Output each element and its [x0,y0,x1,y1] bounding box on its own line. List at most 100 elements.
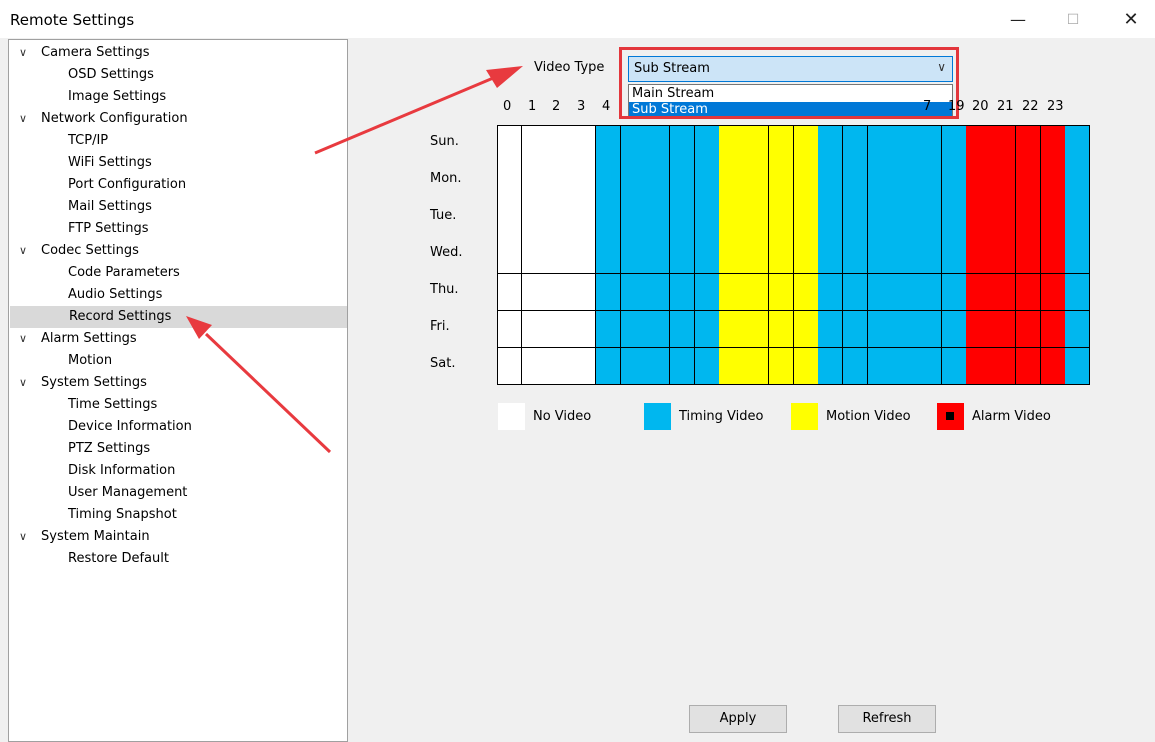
schedule-cell-alarm[interactable] [966,310,992,349]
schedule-cell-motion[interactable] [793,236,819,275]
schedule-cell-alarm[interactable] [991,199,1017,237]
schedule-cell-motion[interactable] [768,162,794,200]
schedule-cell-timing[interactable] [694,125,720,163]
refresh-button[interactable]: Refresh [838,705,936,733]
schedule-cell-alarm[interactable] [1040,347,1066,386]
schedule-cell-alarm[interactable] [966,125,992,163]
schedule-cell-timing[interactable] [842,347,869,386]
schedule-cell-alarm[interactable] [1015,199,1042,237]
schedule-cell-none[interactable] [497,236,523,275]
schedule-cell-motion[interactable] [719,273,745,312]
schedule-cell-alarm[interactable] [1040,199,1066,237]
schedule-cell-timing[interactable] [867,162,893,200]
schedule-cell-alarm[interactable] [991,236,1017,275]
schedule-cell-timing[interactable] [867,199,893,237]
schedule-cell-timing[interactable] [595,310,622,349]
schedule-cell-none[interactable] [497,162,523,200]
tree-node-codec-settings[interactable]: ∨ Codec Settings [9,240,139,262]
schedule-cell-timing[interactable] [669,347,696,386]
schedule-cell-none[interactable] [521,162,547,200]
tree-node-alarm-settings[interactable]: ∨ Alarm Settings [9,328,137,350]
schedule-cell-timing[interactable] [645,199,671,237]
schedule-cell-motion[interactable] [768,310,794,349]
schedule-cell-timing[interactable] [694,199,720,237]
schedule-cell-alarm[interactable] [966,236,992,275]
schedule-cell-timing[interactable] [917,236,943,275]
schedule-cell-timing[interactable] [842,273,869,312]
schedule-cell-timing[interactable] [1065,236,1091,275]
schedule-cell-alarm[interactable] [1015,310,1042,349]
schedule-cell-motion[interactable] [793,199,819,237]
tree-node-code-parameters[interactable]: Code Parameters [9,262,180,284]
tree-node-time-settings[interactable]: Time Settings [9,394,157,416]
schedule-cell-none[interactable] [546,162,572,200]
schedule-cell-motion[interactable] [719,162,745,200]
schedule-cell-none[interactable] [571,273,597,312]
schedule-cell-timing[interactable] [818,273,844,312]
schedule-cell-alarm[interactable] [966,347,992,386]
schedule-cell-timing[interactable] [694,310,720,349]
schedule-cell-timing[interactable] [818,310,844,349]
schedule-cell-timing[interactable] [1065,125,1091,163]
schedule-cell-timing[interactable] [917,125,943,163]
schedule-cell-timing[interactable] [694,347,720,386]
schedule-cell-alarm[interactable] [966,273,992,312]
schedule-cell-alarm[interactable] [991,162,1017,200]
schedule-cell-timing[interactable] [818,347,844,386]
schedule-cell-timing[interactable] [867,310,893,349]
schedule-cell-motion[interactable] [744,125,770,163]
schedule-cell-alarm[interactable] [966,162,992,200]
schedule-cell-alarm[interactable] [1015,125,1042,163]
schedule-cell-timing[interactable] [620,125,646,163]
schedule-cell-alarm[interactable] [1015,347,1042,386]
tree-node-mail-settings[interactable]: Mail Settings [9,196,152,218]
schedule-cell-timing[interactable] [694,236,720,275]
schedule-cell-timing[interactable] [892,236,918,275]
schedule-cell-motion[interactable] [768,273,794,312]
schedule-cell-timing[interactable] [620,236,646,275]
schedule-cell-timing[interactable] [941,273,967,312]
chevron-down-icon[interactable]: ∨ [19,526,33,548]
schedule-cell-none[interactable] [521,236,547,275]
schedule-cell-alarm[interactable] [1015,162,1042,200]
schedule-cell-alarm[interactable] [1015,236,1042,275]
schedule-cell-none[interactable] [497,199,523,237]
chevron-down-icon[interactable]: ∨ [19,328,33,350]
tree-node-restore-default[interactable]: Restore Default [9,548,169,570]
schedule-cell-motion[interactable] [793,310,819,349]
schedule-cell-timing[interactable] [917,273,943,312]
schedule-cell-timing[interactable] [941,236,967,275]
schedule-cell-motion[interactable] [768,199,794,237]
schedule-cell-timing[interactable] [595,199,622,237]
schedule-cell-motion[interactable] [744,162,770,200]
chevron-down-icon[interactable]: ∨ [19,42,33,64]
schedule-cell-motion[interactable] [719,236,745,275]
schedule-cell-none[interactable] [571,310,597,349]
schedule-cell-none[interactable] [546,236,572,275]
tree-node-disk-information[interactable]: Disk Information [9,460,175,482]
tree-node-port-configuration[interactable]: Port Configuration [9,174,186,196]
schedule-cell-timing[interactable] [917,347,943,386]
tree-node-motion[interactable]: Motion [9,350,112,372]
schedule-cell-timing[interactable] [941,125,967,163]
schedule-cell-none[interactable] [571,347,597,386]
schedule-cell-alarm[interactable] [991,310,1017,349]
schedule-cell-none[interactable] [571,236,597,275]
schedule-cell-timing[interactable] [669,273,696,312]
tree-node-network-configuration[interactable]: ∨ Network Configuration [9,108,188,130]
schedule-cell-timing[interactable] [892,125,918,163]
schedule-cell-timing[interactable] [917,162,943,200]
schedule-cell-timing[interactable] [669,125,696,163]
schedule-cell-timing[interactable] [645,125,671,163]
schedule-cell-timing[interactable] [842,236,869,275]
schedule-cell-motion[interactable] [719,199,745,237]
schedule-cell-none[interactable] [546,310,572,349]
schedule-cell-timing[interactable] [620,162,646,200]
schedule-cell-none[interactable] [546,347,572,386]
schedule-cell-timing[interactable] [818,199,844,237]
schedule-cell-timing[interactable] [917,310,943,349]
schedule-cell-none[interactable] [546,199,572,237]
schedule-cell-alarm[interactable] [1040,273,1066,312]
schedule-cell-timing[interactable] [620,347,646,386]
schedule-cell-timing[interactable] [867,347,893,386]
